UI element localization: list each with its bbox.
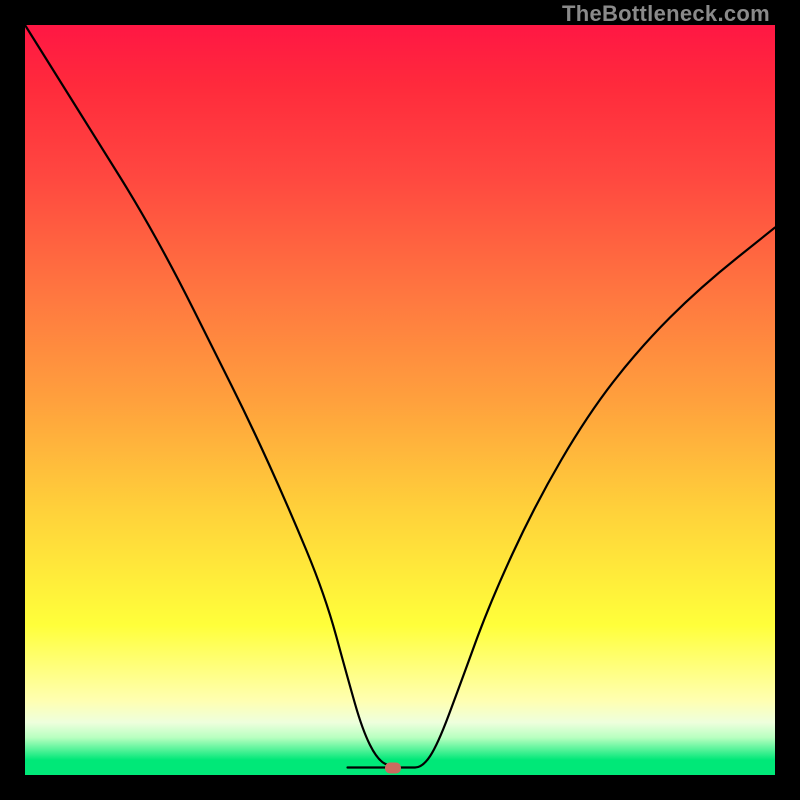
watermark-text: TheBottleneck.com: [562, 1, 770, 27]
bottleneck-curve: [25, 25, 775, 775]
optimal-point-marker: [385, 762, 401, 773]
